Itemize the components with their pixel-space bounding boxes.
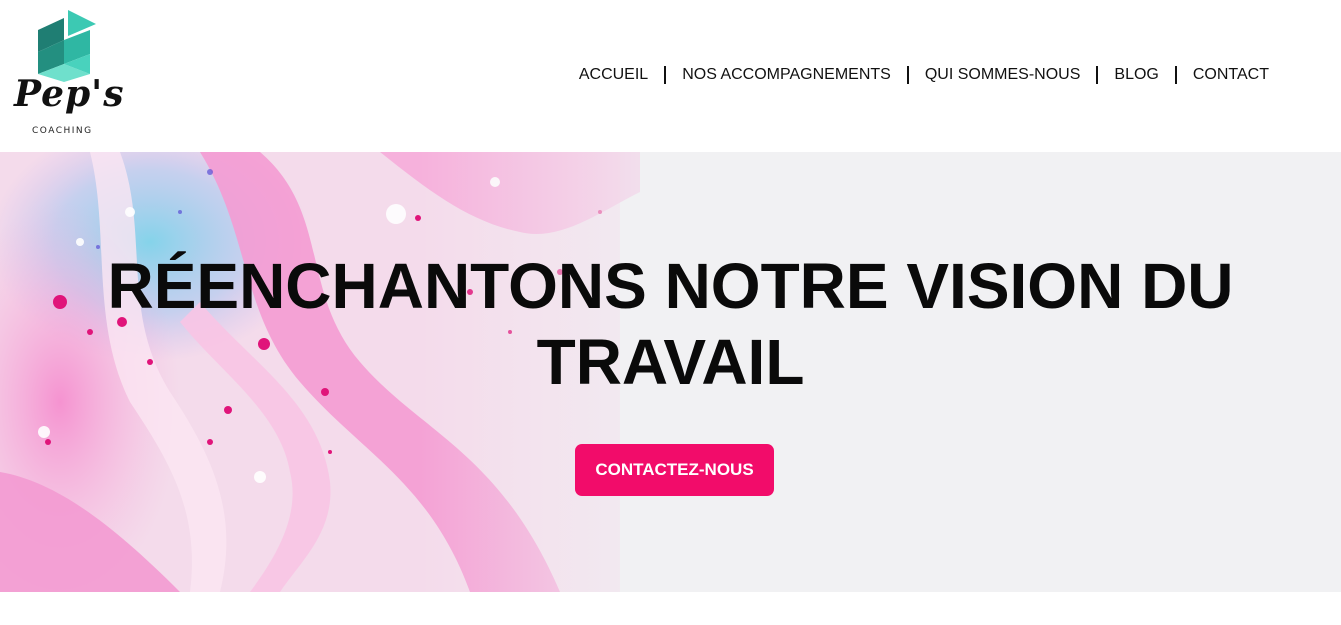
- site-header: Pep's COACHING ACCUEIL NOS ACCOMPAGNEMEN…: [0, 0, 1341, 152]
- nav-item-contact[interactable]: CONTACT: [1193, 66, 1269, 84]
- hero-title: RÉENCHANTONS NOTRE VISION DU TRAVAIL: [0, 248, 1341, 400]
- brand-name: Pep's: [14, 73, 125, 115]
- nav-separator: [906, 66, 909, 84]
- nav-item-qui-sommes-nous[interactable]: QUI SOMMES-NOUS: [925, 66, 1081, 84]
- nav-separator: [1174, 66, 1177, 84]
- nav-separator: [1096, 66, 1099, 84]
- main-nav: ACCUEIL NOS ACCOMPAGNEMENTS QUI SOMMES-N…: [579, 64, 1269, 86]
- contact-cta-button[interactable]: CONTACTEZ-NOUS: [575, 444, 774, 496]
- hero-title-line-2: TRAVAIL: [536, 326, 805, 398]
- nav-item-nos-accompagnements[interactable]: NOS ACCOMPAGNEMENTS: [682, 66, 891, 84]
- nav-item-blog[interactable]: BLOG: [1114, 66, 1158, 84]
- logo-cube-icon: [38, 10, 96, 82]
- brand-logo[interactable]: Pep's COACHING: [12, 10, 123, 140]
- below-hero-area: [0, 592, 1341, 625]
- brand-tagline: COACHING: [32, 126, 93, 136]
- nav-item-accueil[interactable]: ACCUEIL: [579, 66, 648, 84]
- hero-section: RÉENCHANTONS NOTRE VISION DU TRAVAIL CON…: [0, 152, 1341, 592]
- nav-separator: [664, 66, 667, 84]
- hero-title-line-1: RÉENCHANTONS NOTRE VISION DU: [107, 250, 1234, 322]
